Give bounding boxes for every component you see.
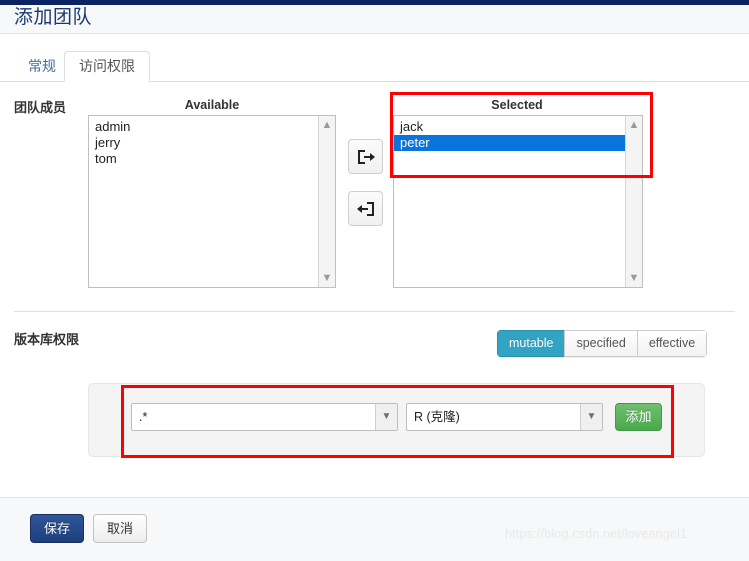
available-items: admin jerry tom (89, 119, 318, 167)
page-title: 添加团队 (14, 7, 93, 28)
watermark-text: https://blog.csdn.net/loveangel1 (505, 527, 688, 541)
move-to-available-button[interactable] (348, 191, 383, 226)
permission-level-value: R (克隆) (414, 410, 460, 424)
sign-in-arrow-icon (358, 150, 375, 164)
tab-bar: 常规 访问权限 (0, 34, 749, 82)
available-members-listbox[interactable]: admin jerry tom ▲ ▼ (88, 115, 336, 288)
sign-out-arrow-icon (357, 202, 374, 216)
scroll-up-icon[interactable]: ▲ (319, 118, 335, 132)
tab-access-permissions[interactable]: 访问权限 (64, 51, 150, 82)
move-to-selected-button[interactable] (348, 139, 383, 174)
mode-specified-button[interactable]: specified (564, 330, 637, 357)
list-item-highlighted[interactable]: peter (394, 135, 625, 151)
chevron-down-icon[interactable]: ▼ (580, 404, 602, 430)
selected-list-scrollbar[interactable]: ▲ ▼ (625, 116, 642, 287)
scroll-up-icon[interactable]: ▲ (626, 118, 642, 132)
repository-permissions-label: 版本库权限 (14, 332, 80, 347)
permission-level-select[interactable]: R (克隆) ▼ (406, 403, 603, 431)
chevron-down-icon[interactable]: ▼ (375, 404, 397, 430)
list-item[interactable]: jack (394, 119, 625, 135)
team-members-label: 团队成员 (14, 100, 67, 115)
path-pattern-select[interactable]: .* ▼ (131, 403, 398, 431)
available-list-title: Available (184, 98, 240, 112)
list-item[interactable]: jerry (89, 135, 318, 151)
page-header (0, 5, 749, 34)
selected-members-listbox[interactable]: jack peter ▲ ▼ (393, 115, 643, 288)
add-permission-button[interactable]: 添加 (615, 403, 662, 431)
path-pattern-value: .* (139, 410, 148, 424)
scroll-down-icon[interactable]: ▼ (626, 271, 642, 285)
selected-items: jack peter (394, 119, 625, 151)
save-button[interactable]: 保存 (30, 514, 84, 543)
available-list-scrollbar[interactable]: ▲ ▼ (318, 116, 335, 287)
tab-general[interactable]: 常规 (14, 51, 70, 81)
section-divider (14, 311, 735, 312)
cancel-button[interactable]: 取消 (93, 514, 147, 543)
mode-mutable-button[interactable]: mutable (497, 330, 565, 357)
scroll-down-icon[interactable]: ▼ (319, 271, 335, 285)
mode-effective-button[interactable]: effective (636, 330, 708, 357)
list-item[interactable]: tom (89, 151, 318, 167)
list-item[interactable]: admin (89, 119, 318, 135)
selected-list-title: Selected (491, 98, 543, 112)
permission-mode-group: mutable specified effective (497, 330, 708, 357)
